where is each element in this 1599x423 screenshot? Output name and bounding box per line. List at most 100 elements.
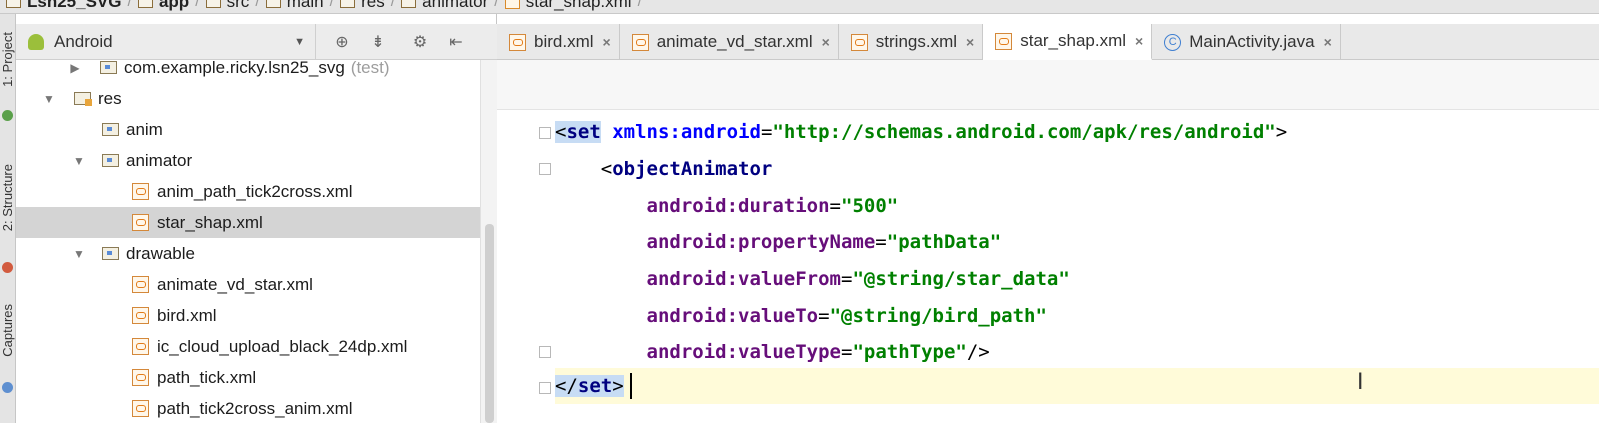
tab-main-activity-java[interactable]: C MainActivity.java × xyxy=(1152,24,1341,60)
breadcrumb-item-src[interactable]: src xyxy=(200,0,256,12)
folder-icon xyxy=(6,0,21,8)
close-icon[interactable]: × xyxy=(603,34,611,50)
project-scrollbar[interactable] xyxy=(480,60,497,423)
tree-item-anim-path-tick2cross[interactable]: anim_path_tick2cross.xml xyxy=(16,176,480,207)
editor-gutter[interactable] xyxy=(497,110,555,423)
resource-folder-icon xyxy=(340,0,356,8)
android-icon xyxy=(28,33,44,50)
tree-item-label: bird.xml xyxy=(157,305,217,325)
tree-item-ic-cloud-upload[interactable]: ic_cloud_upload_black_24dp.xml xyxy=(16,331,480,362)
xml-tag-name: objectAnimator xyxy=(612,158,773,180)
breadcrumb-item-app[interactable]: app xyxy=(132,0,195,12)
breadcrumb-label: app xyxy=(158,0,190,11)
code-editor[interactable]: <set xmlns:android="http://schemas.andro… xyxy=(555,110,1599,423)
close-icon[interactable]: × xyxy=(1135,33,1143,49)
scrollbar-thumb[interactable] xyxy=(485,224,494,423)
breadcrumb-item-file[interactable]: star_shap.xml xyxy=(499,0,638,12)
project-view-label: Android xyxy=(54,31,113,51)
code-line-4: android:propertyName="pathData" xyxy=(555,224,1002,260)
tree-item-animator[interactable]: ▼ animator xyxy=(16,145,480,176)
tree-item-label: animate_vd_star.xml xyxy=(157,274,313,294)
tree-item-label: star_shap.xml xyxy=(157,212,263,232)
tree-item-path-tick2cross-anim[interactable]: path_tick2cross_anim.xml xyxy=(16,393,480,423)
close-icon[interactable]: × xyxy=(1324,34,1332,50)
project-view-selector[interactable]: Android ▼ xyxy=(16,24,316,59)
xml-equals: = xyxy=(840,341,853,363)
xml-attribute-value: "@string/bird_path" xyxy=(829,305,1047,327)
breadcrumb-item-main[interactable]: main xyxy=(260,0,330,12)
xml-attribute-value: "pathType" xyxy=(852,341,967,363)
dropdown-arrow-icon: ▼ xyxy=(294,35,305,48)
tab-label: bird.xml xyxy=(534,32,594,51)
module-folder-icon xyxy=(137,0,153,8)
hide-panel-icon[interactable]: ⇤ xyxy=(446,32,466,52)
xml-equals: = xyxy=(840,268,853,290)
code-line-5: android:valueFrom="@string/star_data" xyxy=(555,261,1070,297)
tool-tab-structure[interactable]: 2: Structure xyxy=(0,164,16,231)
tab-star-shap-xml[interactable]: star_shap.xml × xyxy=(983,24,1153,60)
tab-bird-xml[interactable]: bird.xml × xyxy=(497,24,620,60)
text-caret xyxy=(630,373,632,399)
xml-file-icon xyxy=(631,33,649,51)
tree-item-res[interactable]: ▼ res xyxy=(16,83,480,114)
breadcrumb-item-res[interactable]: res xyxy=(334,0,391,12)
tree-item-label: anim_path_tick2cross.xml xyxy=(157,181,353,201)
breadcrumb-item-project[interactable]: Lsn25_SVG xyxy=(0,0,128,12)
tree-item-star-shap[interactable]: star_shap.xml xyxy=(16,207,480,238)
tab-strings-xml[interactable]: strings.xml × xyxy=(839,24,984,60)
project-toolbar: Android ▼ ⊕ ⇟ ⚙ ⇤ xyxy=(16,24,497,60)
xml-file-icon xyxy=(995,32,1013,50)
tree-item-anim[interactable]: anim xyxy=(16,114,480,145)
xml-tag-name: set xyxy=(566,121,601,143)
tree-item-label: path_tick2cross_anim.xml xyxy=(157,398,353,418)
xml-equals: = xyxy=(875,231,887,253)
close-icon[interactable]: × xyxy=(822,34,830,50)
xml-bracket: > xyxy=(612,375,624,397)
package-folder-icon xyxy=(401,0,417,8)
tab-label: star_shap.xml xyxy=(1020,31,1127,50)
gear-icon[interactable]: ⚙ xyxy=(410,32,430,52)
fold-marker-icon[interactable] xyxy=(539,127,551,139)
package-folder-icon xyxy=(100,61,117,74)
tab-animate-vd-star-xml[interactable]: animate_vd_star.xml × xyxy=(620,24,839,60)
code-line-8: </set> xyxy=(555,368,624,404)
tree-expand-arrow-icon[interactable]: ▼ xyxy=(42,92,56,106)
package-folder-icon xyxy=(102,247,119,260)
tool-tab-project[interactable]: 1: Project xyxy=(0,32,16,87)
tree-expand-arrow-icon[interactable]: ▼ xyxy=(72,247,86,261)
tree-item-drawable[interactable]: ▼ drawable xyxy=(16,238,480,269)
tree-item-path-tick[interactable]: path_tick.xml xyxy=(16,362,480,393)
xml-file-icon xyxy=(509,33,526,51)
xml-file-icon xyxy=(850,33,868,51)
close-icon[interactable]: × xyxy=(966,34,974,50)
tree-expand-arrow-icon[interactable]: ▼ xyxy=(72,154,86,168)
breadcrumb-separator: / xyxy=(637,0,643,10)
fold-marker-icon[interactable] xyxy=(539,382,551,394)
tree-item-label: drawable xyxy=(126,243,195,263)
tree-item-animate-vd-star[interactable]: animate_vd_star.xml xyxy=(16,269,480,300)
collapse-all-icon[interactable]: ⇟ xyxy=(368,32,388,52)
xml-equals: = xyxy=(829,195,841,217)
xml-file-icon xyxy=(132,183,149,200)
breadcrumb-item-animator[interactable]: animator xyxy=(395,0,494,12)
tree-item-label: path_tick.xml xyxy=(157,367,257,387)
folder-icon xyxy=(205,0,221,8)
tree-item-test-package[interactable]: ▶ com.example.ricky.lsn25_svg (test) xyxy=(16,60,480,83)
xml-attribute-name: xmlns:android xyxy=(612,121,761,143)
fold-marker-icon[interactable] xyxy=(539,163,551,175)
tool-window-strip: 1: Project 2: Structure Captures xyxy=(0,14,16,423)
tool-tab-captures[interactable]: Captures xyxy=(0,304,16,357)
xml-file-icon xyxy=(132,369,149,386)
scroll-from-source-icon[interactable]: ⊕ xyxy=(332,32,352,52)
tree-expand-arrow-icon[interactable]: ▶ xyxy=(68,61,82,75)
xml-bracket: </ xyxy=(555,375,578,397)
project-panel: Android ▼ ⊕ ⇟ ⚙ ⇤ ▶ com.example.ricky.ls… xyxy=(16,14,497,423)
tree-item-label: animator xyxy=(126,150,193,170)
tab-label: MainActivity.java xyxy=(1189,32,1315,51)
xml-attribute-value: "@string/star_data" xyxy=(852,268,1070,290)
tree-item-bird[interactable]: bird.xml xyxy=(16,300,480,331)
fold-marker-icon[interactable] xyxy=(539,346,551,358)
mouse-ibeam-cursor-icon: I xyxy=(1357,370,1364,395)
code-line-3: android:duration="500" xyxy=(555,188,899,224)
xml-file-icon xyxy=(504,0,520,9)
